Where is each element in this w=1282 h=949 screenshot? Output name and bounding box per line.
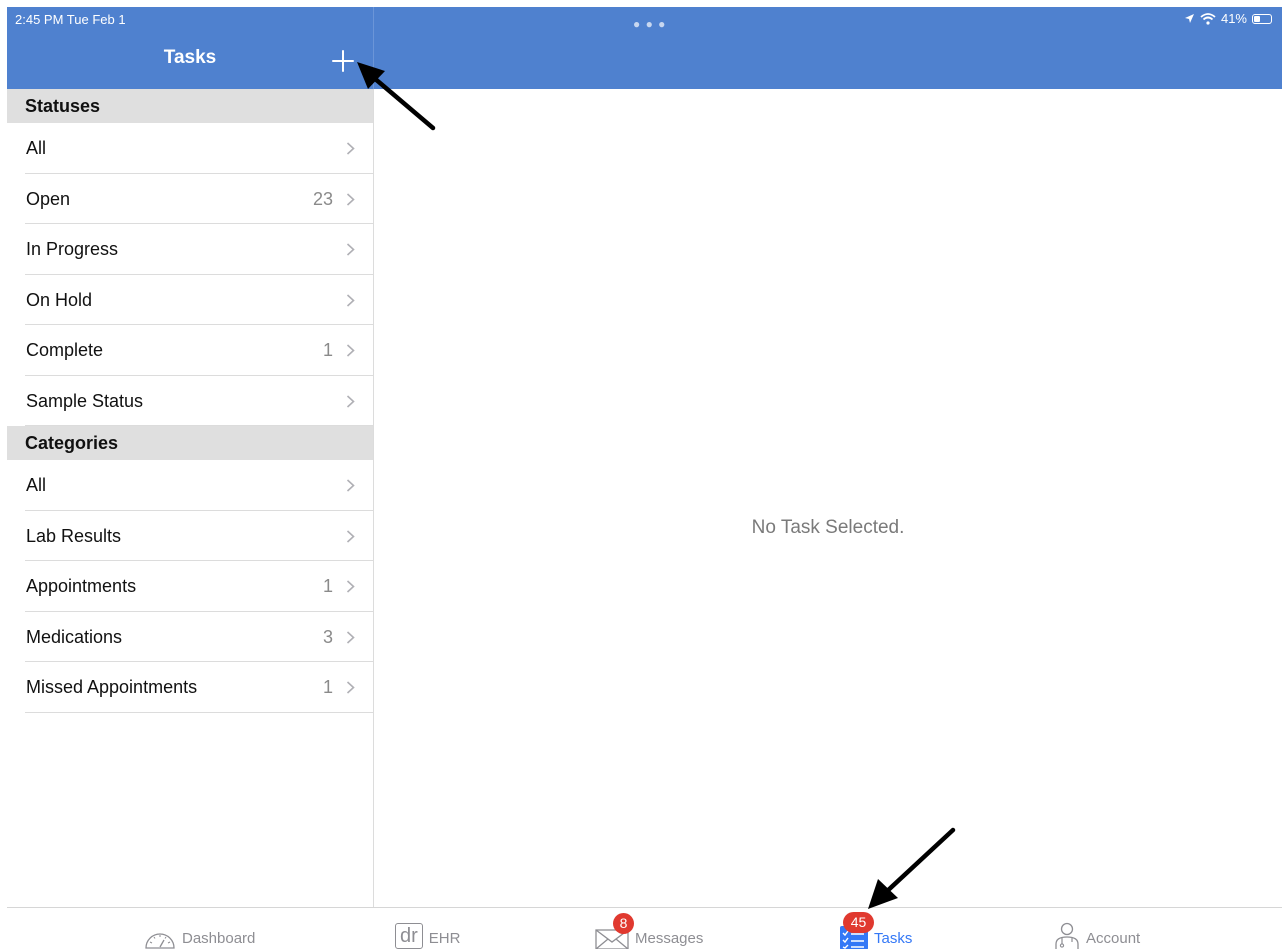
row-label: Sample Status <box>26 390 144 411</box>
tab-label-account: Account <box>1086 930 1141 947</box>
chevron-right-icon <box>346 394 355 408</box>
section-header-categories: Categories <box>7 426 373 460</box>
status-row-all[interactable]: All <box>7 123 373 174</box>
battery-percentage: 41% <box>1220 11 1247 26</box>
row-label: On Hold <box>26 289 93 310</box>
row-count: 1 <box>322 340 333 360</box>
status-row-in-progress[interactable]: In Progress <box>7 224 373 275</box>
annotation-arrow-add <box>357 62 436 131</box>
tab-label-ehr: EHR <box>428 930 461 947</box>
row-count: 23 <box>312 188 333 209</box>
tab-dashboard[interactable]: Dashboard <box>144 908 255 949</box>
category-row-medications[interactable]: Medications 3 <box>7 612 373 663</box>
tab-messages[interactable]: Messages 8 <box>595 908 703 949</box>
row-label: In Progress <box>26 239 119 259</box>
sidebar: Statuses All Open 23 In Progress On Hold Comp… <box>7 89 374 908</box>
navigation-bar: 2:45 PM Tue Feb 1 ● ● ● 41% Tasks <box>7 7 1282 89</box>
empty-state-message: No Task Selected. <box>751 517 905 538</box>
section-header-statuses: Statuses <box>7 89 373 123</box>
ipad-screen: 2:45 PM Tue Feb 1 ● ● ● 41% Tasks Status… <box>7 7 1282 949</box>
status-row-complete[interactable]: Complete 1 <box>7 325 373 376</box>
category-row-appointments[interactable]: Appointments 1 <box>7 561 373 612</box>
categories-list: All Lab Results Appointments 1 Medications 3 M… <box>7 460 373 713</box>
tab-bar: Dashboard dr EHR Messages 8 Tasks 45 Acc… <box>7 907 1282 949</box>
chevron-right-icon <box>346 293 355 307</box>
row-label: All <box>26 138 47 158</box>
status-row-open[interactable]: Open 23 <box>7 174 373 225</box>
row-count: 1 <box>322 576 333 596</box>
tab-label-messages: Messages <box>635 930 704 947</box>
category-row-lab-results[interactable]: Lab Results <box>7 511 373 562</box>
tab-label-tasks: Tasks <box>874 930 913 947</box>
chevron-right-icon <box>346 142 355 155</box>
tab-ehr[interactable]: dr EHR <box>395 908 460 949</box>
category-row-all[interactable]: All <box>7 460 373 511</box>
status-indicators: 41% <box>1184 11 1272 26</box>
speedometer-icon <box>145 933 175 949</box>
chevron-right-icon <box>346 529 355 543</box>
detail-pane: No Task Selected. <box>374 89 1282 908</box>
row-label: All <box>26 475 47 495</box>
tab-account[interactable]: Account <box>1054 908 1140 949</box>
page-title: Tasks <box>163 47 217 68</box>
status-time: 2:45 PM Tue Feb 1 <box>15 12 126 27</box>
chevron-right-icon <box>346 681 355 694</box>
annotation-arrow-tasks <box>868 827 956 909</box>
multitasking-dots[interactable]: ● ● ● <box>633 17 666 31</box>
location-icon <box>1184 14 1194 23</box>
chevron-right-icon <box>346 580 355 593</box>
status-row-sample-status[interactable]: Sample Status <box>7 376 373 427</box>
chevron-right-icon <box>346 630 355 644</box>
row-count: 1 <box>322 677 333 697</box>
tab-label-dashboard: Dashboard <box>182 930 256 947</box>
row-label: Complete <box>26 340 104 360</box>
category-row-missed-appointments[interactable]: Missed Appointments 1 <box>7 662 373 713</box>
ehr-icon: dr <box>395 923 423 949</box>
chevron-right-icon <box>346 344 355 357</box>
status-row-on-hold[interactable]: On Hold <box>7 275 373 326</box>
battery-fill <box>1254 15 1260 22</box>
row-label: Lab Results <box>26 525 122 546</box>
battery-icon <box>1252 13 1272 24</box>
messages-badge: 8 <box>613 913 634 934</box>
row-count: 3 <box>322 626 333 647</box>
doctor-icon <box>1055 922 1079 949</box>
wifi-icon <box>1200 12 1216 25</box>
row-label: Missed Appointments <box>26 677 198 697</box>
row-label: Appointments <box>26 576 137 596</box>
chevron-right-icon <box>346 479 355 492</box>
row-label: Medications <box>26 626 123 647</box>
chevron-right-icon <box>346 192 355 206</box>
chevron-right-icon <box>346 243 355 256</box>
row-label: Open <box>26 188 71 209</box>
statuses-list: All Open 23 In Progress On Hold Complete 1 Samp… <box>7 123 373 426</box>
